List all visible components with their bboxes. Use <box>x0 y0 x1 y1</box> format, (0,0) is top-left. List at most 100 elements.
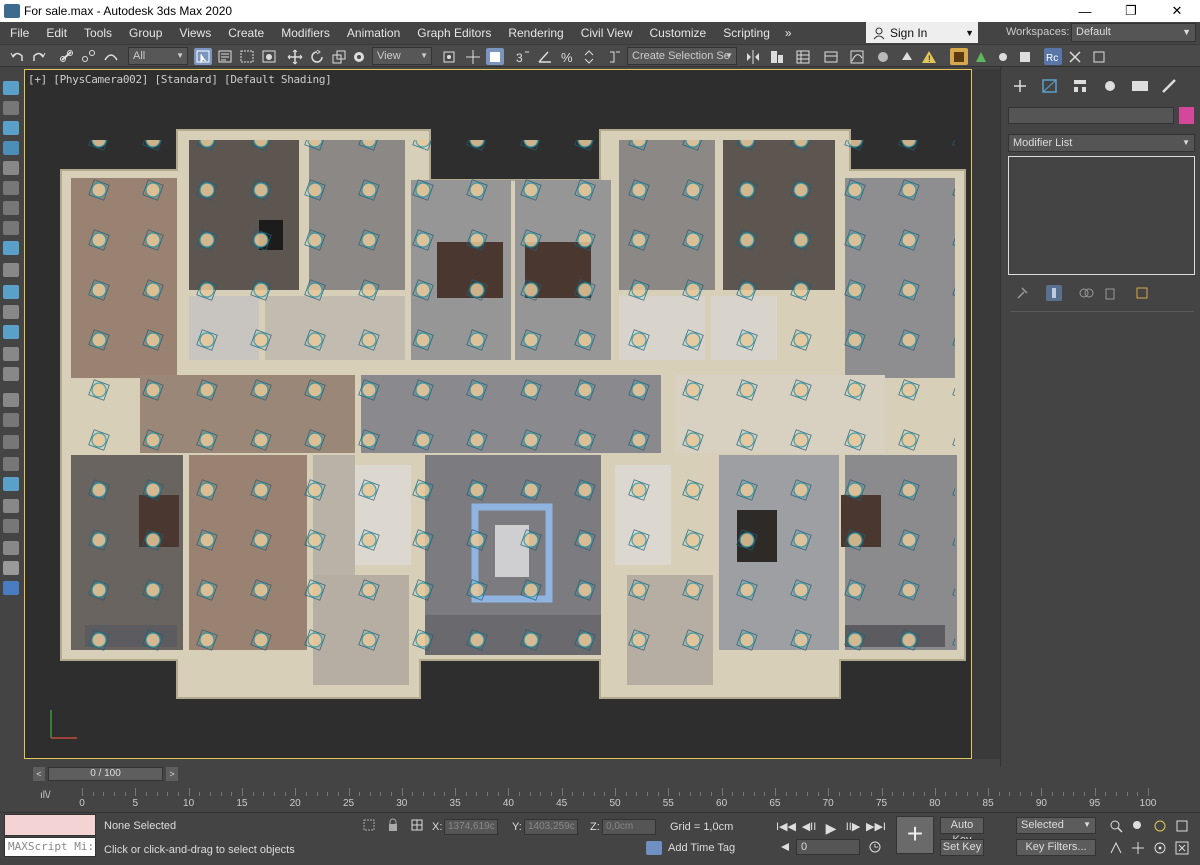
spinner-snap-icon[interactable] <box>580 48 598 65</box>
next-frame-icon[interactable]: II▶ <box>844 820 862 834</box>
make-unique-icon[interactable] <box>1078 285 1094 301</box>
menu-tools[interactable]: Tools <box>74 26 119 40</box>
unlink-icon[interactable] <box>80 48 98 65</box>
render-frame-icon[interactable] <box>950 48 968 65</box>
percent-snap-icon[interactable]: % <box>558 48 576 65</box>
layers-icon[interactable] <box>3 161 19 175</box>
display-tab-icon[interactable] <box>1129 77 1151 95</box>
menu-animation[interactable]: Animation <box>337 26 407 40</box>
key-mode-icon[interactable] <box>778 840 792 854</box>
placement-icon[interactable] <box>350 48 368 65</box>
key-filters-button[interactable]: Key Filters... <box>1016 839 1096 856</box>
menu-customize[interactable]: Customize <box>640 26 714 40</box>
modifier-stack[interactable] <box>1008 156 1195 275</box>
scene-explorer-icon[interactable] <box>794 48 812 65</box>
viewport-layout-icon[interactable] <box>1016 48 1034 65</box>
array-icon[interactable] <box>3 305 19 319</box>
geometry-icon[interactable] <box>3 121 19 135</box>
menu-graph-editors[interactable]: Graph Editors <box>407 26 498 40</box>
menu-modifiers[interactable]: Modifiers <box>271 26 337 40</box>
bind-space-warp-icon[interactable] <box>102 48 120 65</box>
snap-icon[interactable] <box>3 241 19 255</box>
z-coordinate-field[interactable]: 0,0cm <box>602 819 656 835</box>
time-configuration-icon[interactable] <box>868 840 882 854</box>
eye-icon[interactable] <box>3 347 19 361</box>
zoom-extents-icon[interactable] <box>1174 818 1190 834</box>
orbit-icon[interactable] <box>1152 818 1168 834</box>
lock-icon[interactable] <box>386 818 400 832</box>
remove-modifier-icon[interactable] <box>1102 285 1118 301</box>
restore-button[interactable]: ❐ <box>1108 0 1154 22</box>
railclone-icon[interactable]: Rc <box>1044 48 1062 65</box>
selection-set-dropdown[interactable]: Selected ▼ <box>1016 817 1096 834</box>
create-tab-icon[interactable] <box>1009 77 1031 95</box>
curve-editor-icon[interactable] <box>848 48 866 65</box>
menu-file[interactable]: File <box>0 26 36 40</box>
pivot-center-icon[interactable] <box>440 48 458 65</box>
track-bar-ruler[interactable]: 0 5 10 15 20 25 30 35 40 45 50 55 60 65 70 75 80 85 90 95 10… <box>79 786 1160 810</box>
window-icon[interactable] <box>3 541 19 555</box>
lightbulb-icon[interactable] <box>3 367 19 381</box>
edit-named-selection-icon[interactable] <box>606 48 624 65</box>
helpers-icon[interactable] <box>3 141 19 155</box>
orbit-point-icon[interactable] <box>1152 840 1168 856</box>
modify-tab-icon[interactable] <box>1039 77 1061 95</box>
render-iterative-icon[interactable] <box>994 48 1012 65</box>
time-prev-button[interactable]: < <box>33 767 45 781</box>
rectangular-selection-icon[interactable] <box>238 48 256 65</box>
align-view-icon[interactable] <box>3 285 19 299</box>
menu-rendering[interactable]: Rendering <box>498 26 570 40</box>
maximize-viewport-icon[interactable] <box>1174 840 1190 856</box>
hierarchy-tab-icon[interactable] <box>1069 77 1091 95</box>
window-crossing-icon[interactable] <box>260 48 278 65</box>
object-color-swatch[interactable] <box>1179 107 1194 124</box>
move-icon[interactable] <box>286 48 304 65</box>
pan-icon[interactable] <box>1130 840 1146 856</box>
isolate-selection-icon[interactable] <box>362 818 376 832</box>
star-icon[interactable] <box>3 393 19 407</box>
object-name-field[interactable] <box>1008 107 1174 124</box>
sphere-icon[interactable] <box>3 101 19 115</box>
minimize-button[interactable]: — <box>1062 0 1108 22</box>
x-coordinate-field[interactable]: 1374,619c <box>444 819 498 835</box>
field-of-view-icon[interactable] <box>1108 840 1124 856</box>
cursor-icon[interactable] <box>3 561 19 575</box>
maxscript-listener-output[interactable] <box>4 814 96 836</box>
play-icon[interactable]: ▶ <box>822 820 840 836</box>
menu-civil-view[interactable]: Civil View <box>571 26 640 40</box>
named-selection-sets-dropdown[interactable]: Create Selection Se ▼ <box>627 47 737 65</box>
select-manipulate-icon[interactable] <box>464 48 482 65</box>
script-icon[interactable] <box>1090 48 1108 65</box>
configure-modifier-sets-icon[interactable] <box>1134 285 1150 301</box>
zoom-all-icon[interactable] <box>1130 818 1146 834</box>
menu-group[interactable]: Group <box>119 26 169 40</box>
workspaces-select[interactable]: Default ▼ <box>1071 23 1196 42</box>
menu-views[interactable]: Views <box>169 26 218 40</box>
menu-more-button[interactable]: » <box>777 26 800 40</box>
container-icon[interactable] <box>3 201 19 215</box>
menu-edit[interactable]: Edit <box>36 26 74 40</box>
target-icon[interactable] <box>3 413 19 427</box>
time-slider[interactable]: 0 / 100 <box>48 767 163 781</box>
ribbon-icon[interactable] <box>822 48 840 65</box>
undo-icon[interactable] <box>8 48 26 65</box>
go-to-end-icon[interactable]: ▶▶I <box>866 820 886 834</box>
utilities-tab-icon[interactable] <box>1159 77 1181 95</box>
circle-dashed-icon[interactable] <box>3 519 19 533</box>
grid-icon[interactable] <box>3 263 19 277</box>
reference-coord-dropdown[interactable]: View ▼ <box>372 47 432 65</box>
zoom-icon[interactable] <box>1108 818 1124 834</box>
track-bar-icon[interactable]: ıl\/ <box>40 790 51 801</box>
absolute-mode-icon[interactable] <box>410 818 424 832</box>
redo-icon[interactable] <box>30 48 48 65</box>
rotate-icon[interactable] <box>308 48 326 65</box>
mirror-icon[interactable] <box>744 48 762 65</box>
bookmark-icon[interactable] <box>3 181 19 195</box>
pin-stack-icon[interactable] <box>1014 285 1030 301</box>
scale-icon[interactable] <box>330 48 348 65</box>
motion-tab-icon[interactable] <box>1099 77 1121 95</box>
y-coordinate-field[interactable]: 1403,259c <box>524 819 578 835</box>
menu-scripting[interactable]: Scripting <box>713 26 777 40</box>
go-to-start-icon[interactable]: I◀◀ <box>776 820 796 834</box>
selection-filter-dropdown[interactable]: All ▼ <box>128 47 188 65</box>
